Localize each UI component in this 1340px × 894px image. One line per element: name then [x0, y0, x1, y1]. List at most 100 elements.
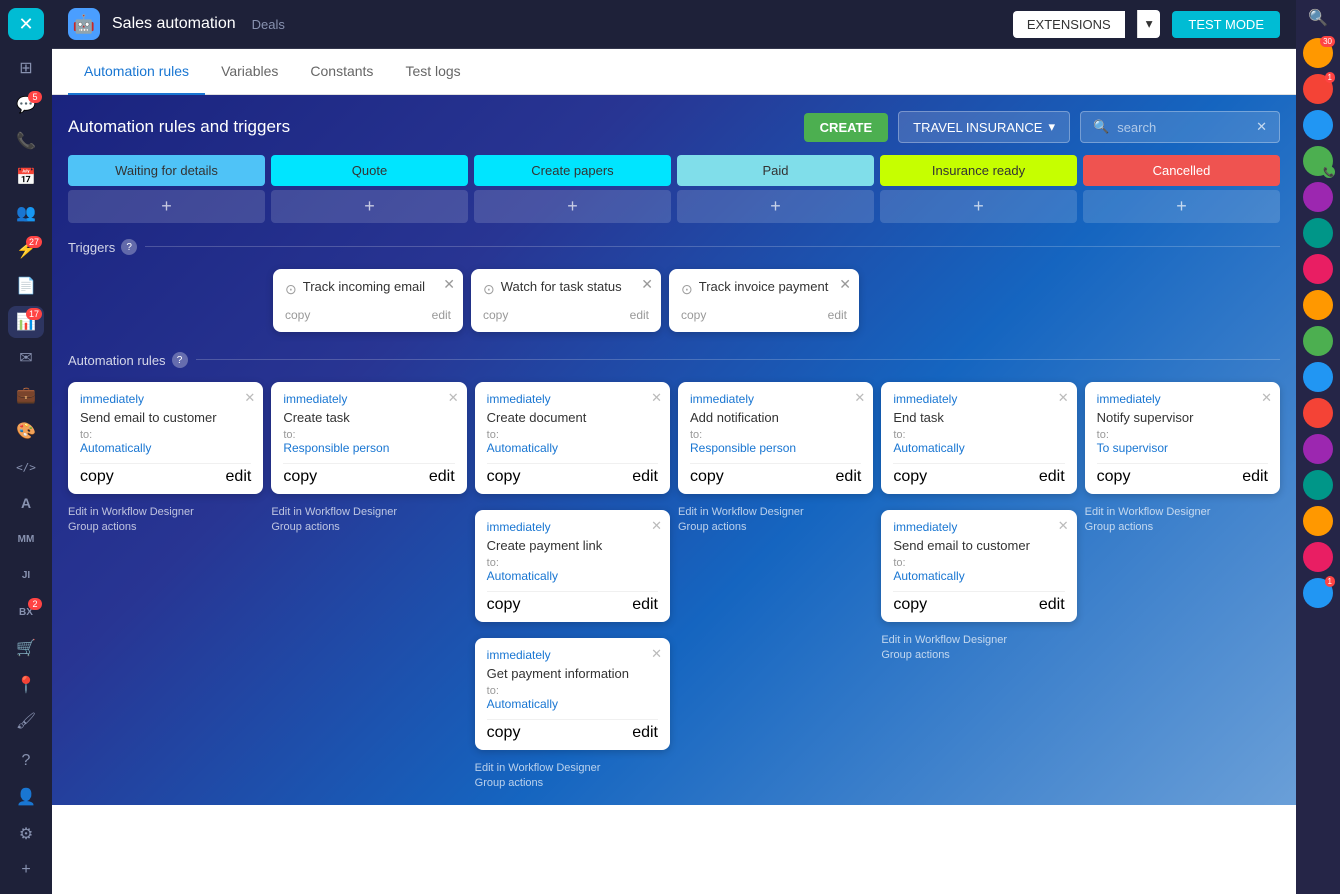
sidebar-item-phone[interactable]: 📞 — [8, 125, 44, 157]
trigger-3-edit-button[interactable]: edit — [828, 308, 847, 322]
sidebar-item-settings[interactable]: ⚙ — [8, 818, 44, 850]
rule-6-workflow-button[interactable]: Edit in Workflow Designer — [678, 506, 873, 518]
sidebar-item-deals[interactable]: 💼 — [8, 379, 44, 411]
rule-5-workflow-button[interactable]: Edit in Workflow Designer — [475, 762, 670, 774]
rule-4-close-button[interactable]: ✕ — [651, 518, 662, 534]
rule-8-copy-button[interactable]: copy — [893, 596, 927, 614]
rule-9-copy-button[interactable]: copy — [1097, 468, 1131, 486]
pipeline-add-create-papers[interactable]: + — [474, 190, 671, 223]
sidebar-item-ji[interactable]: JI — [8, 560, 44, 592]
sidebar-item-profile[interactable]: 👤 — [8, 781, 44, 813]
rule-1-copy-button[interactable]: copy — [80, 468, 114, 486]
trigger-2-edit-button[interactable]: edit — [630, 308, 649, 322]
sidebar-item-docs[interactable]: 📄 — [8, 270, 44, 302]
rule-6-copy-button[interactable]: copy — [690, 468, 724, 486]
search-input[interactable] — [1117, 120, 1248, 135]
rule-1-to-value[interactable]: Automatically — [80, 441, 251, 455]
avatar-user10[interactable] — [1303, 362, 1333, 392]
rule-6-group-button[interactable]: Group actions — [678, 521, 873, 533]
avatar-user6[interactable] — [1303, 218, 1333, 248]
rule-4-edit-button[interactable]: edit — [632, 596, 658, 614]
rule-4-to-value[interactable]: Automatically — [487, 569, 658, 583]
sidebar-item-users[interactable]: 👥 — [8, 197, 44, 229]
rule-3-edit-button[interactable]: edit — [632, 468, 658, 486]
sidebar-close-button[interactable]: ✕ — [8, 8, 44, 40]
rule-3-close-button[interactable]: ✕ — [651, 390, 662, 406]
test-mode-button[interactable]: TEST MODE — [1172, 11, 1280, 38]
trigger-1-edit-button[interactable]: edit — [432, 308, 451, 322]
rule-5-close-button[interactable]: ✕ — [651, 646, 662, 662]
triggers-help-icon[interactable]: ? — [121, 239, 137, 255]
trigger-2-copy-button[interactable]: copy — [483, 308, 508, 322]
tab-test-logs[interactable]: Test logs — [389, 49, 476, 95]
trigger-2-close-button[interactable]: ✕ — [641, 277, 653, 291]
rule-2-copy-button[interactable]: copy — [283, 468, 317, 486]
rule-1-group-button[interactable]: Group actions — [68, 521, 263, 533]
avatar-user12[interactable] — [1303, 434, 1333, 464]
sidebar-item-bx[interactable]: BX 2 — [8, 596, 44, 628]
avatar-user3[interactable] — [1303, 110, 1333, 140]
rule-9-to-value[interactable]: To supervisor — [1097, 441, 1268, 455]
rule-2-to-value[interactable]: Responsible person — [283, 441, 454, 455]
pipeline-add-quote[interactable]: + — [271, 190, 468, 223]
rule-7-copy-button[interactable]: copy — [893, 468, 927, 486]
avatar-user9[interactable] — [1303, 326, 1333, 356]
search-clear-icon[interactable]: ✕ — [1256, 119, 1267, 135]
avatar-user14[interactable] — [1303, 506, 1333, 536]
avatar-user15[interactable] — [1303, 542, 1333, 572]
rule-2-edit-button[interactable]: edit — [429, 468, 455, 486]
rule-8-workflow-button[interactable]: Edit in Workflow Designer — [881, 634, 1076, 646]
sidebar-item-help[interactable]: ? — [8, 745, 44, 777]
extensions-dropdown-button[interactable]: ▾ — [1137, 10, 1161, 38]
pipeline-add-paid[interactable]: + — [677, 190, 874, 223]
sidebar-item-chat[interactable]: 💬 5 — [8, 89, 44, 121]
trigger-1-copy-button[interactable]: copy — [285, 308, 310, 322]
trigger-3-copy-button[interactable]: copy — [681, 308, 706, 322]
right-panel-search-icon[interactable]: 🔍 — [1308, 8, 1328, 28]
sidebar-item-calendar[interactable]: 📅 — [8, 161, 44, 193]
rule-3-to-value[interactable]: Automatically — [487, 441, 658, 455]
rule-8-close-button[interactable]: ✕ — [1058, 518, 1069, 534]
rule-9-group-button[interactable]: Group actions — [1085, 521, 1280, 533]
avatar-user7[interactable] — [1303, 254, 1333, 284]
trigger-1-close-button[interactable]: ✕ — [443, 277, 455, 291]
rule-6-close-button[interactable]: ✕ — [854, 390, 865, 406]
rule-5-copy-button[interactable]: copy — [487, 724, 521, 742]
rule-1-workflow-button[interactable]: Edit in Workflow Designer — [68, 506, 263, 518]
rule-8-edit-button[interactable]: edit — [1039, 596, 1065, 614]
sidebar-item-a[interactable]: A — [8, 487, 44, 519]
tab-constants[interactable]: Constants — [294, 49, 389, 95]
trigger-3-close-button[interactable]: ✕ — [839, 277, 851, 291]
avatar-user11[interactable] — [1303, 398, 1333, 428]
avatar-user13[interactable] — [1303, 470, 1333, 500]
sidebar-item-email[interactable]: ✉ — [8, 342, 44, 374]
rule-8-group-button[interactable]: Group actions — [881, 649, 1076, 661]
rule-9-edit-button[interactable]: edit — [1242, 468, 1268, 486]
rule-9-workflow-button[interactable]: Edit in Workflow Designer — [1085, 506, 1280, 518]
rule-5-to-value[interactable]: Automatically — [487, 697, 658, 711]
pipeline-add-insurance[interactable]: + — [880, 190, 1077, 223]
rule-9-close-button[interactable]: ✕ — [1261, 390, 1272, 406]
extensions-button[interactable]: EXTENSIONS — [1013, 11, 1125, 38]
rule-2-workflow-button[interactable]: Edit in Workflow Designer — [271, 506, 466, 518]
rule-1-edit-button[interactable]: edit — [226, 468, 252, 486]
sidebar-item-paint[interactable]: 🎨 — [8, 415, 44, 447]
pipeline-add-waiting[interactable]: + — [68, 190, 265, 223]
rule-2-close-button[interactable]: ✕ — [448, 390, 459, 406]
rule-6-edit-button[interactable]: edit — [836, 468, 862, 486]
rule-3-copy-button[interactable]: copy — [487, 468, 521, 486]
automation-rules-help-icon[interactable]: ? — [172, 352, 188, 368]
pipeline-add-cancelled[interactable]: + — [1083, 190, 1280, 223]
tab-automation-rules[interactable]: Automation rules — [68, 49, 205, 95]
rule-4-copy-button[interactable]: copy — [487, 596, 521, 614]
avatar-user8[interactable] — [1303, 290, 1333, 320]
rule-1-close-button[interactable]: ✕ — [244, 390, 255, 406]
rule-5-edit-button[interactable]: edit — [632, 724, 658, 742]
sidebar-item-activity[interactable]: ⚡ 27 — [8, 234, 44, 266]
rule-2-group-button[interactable]: Group actions — [271, 521, 466, 533]
sidebar-item-add[interactable]: + — [8, 854, 44, 886]
sidebar-item-mm[interactable]: MM — [8, 524, 44, 556]
sidebar-item-location[interactable]: 📍 — [8, 669, 44, 701]
rule-8-to-value[interactable]: Automatically — [893, 569, 1064, 583]
rule-7-to-value[interactable]: Automatically — [893, 441, 1064, 455]
